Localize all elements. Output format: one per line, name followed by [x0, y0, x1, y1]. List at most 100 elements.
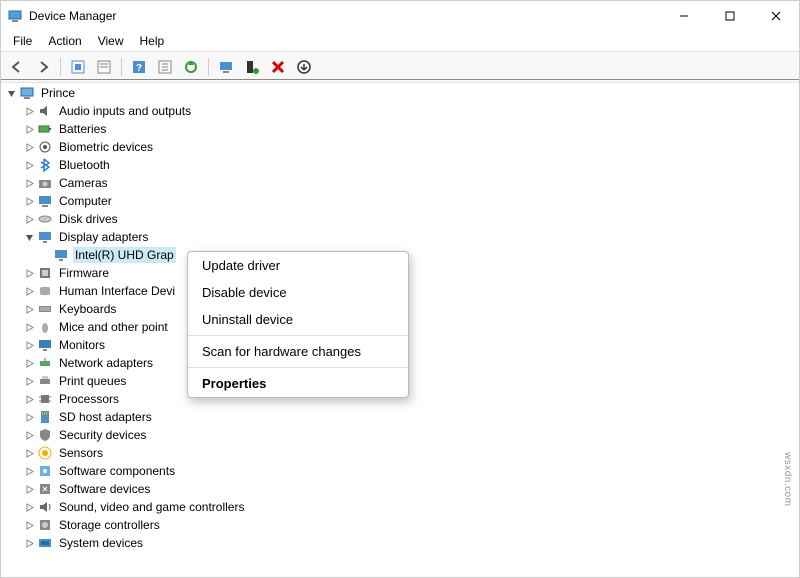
context-menu-item[interactable]: Update driver — [188, 252, 408, 279]
tree-category-label: Audio inputs and outputs — [57, 103, 193, 119]
properties-button[interactable] — [92, 55, 116, 79]
sound-icon — [37, 499, 53, 515]
expand-toggle[interactable] — [23, 537, 35, 549]
context-menu-item[interactable]: Uninstall device — [188, 306, 408, 333]
close-button[interactable] — [753, 1, 799, 31]
expand-toggle[interactable] — [23, 501, 35, 513]
expand-toggle[interactable] — [5, 87, 17, 99]
context-menu-item[interactable]: Properties — [188, 370, 408, 397]
tree-category[interactable]: Cameras — [5, 174, 799, 192]
expand-toggle[interactable] — [23, 429, 35, 441]
cpu-icon — [37, 391, 53, 407]
tree-category-label: Storage controllers — [57, 517, 162, 533]
back-button[interactable] — [5, 55, 29, 79]
expand-toggle[interactable] — [23, 195, 35, 207]
options-button[interactable] — [292, 55, 316, 79]
expand-toggle[interactable] — [23, 285, 35, 297]
expand-toggle[interactable] — [23, 159, 35, 171]
tree-root[interactable]: Prince — [5, 84, 799, 102]
expand-toggle[interactable] — [23, 465, 35, 477]
bluetooth-icon — [37, 157, 53, 173]
expand-toggle[interactable] — [23, 483, 35, 495]
tree-category-label: Network adapters — [57, 355, 155, 371]
tree-category[interactable]: Disk drives — [5, 210, 799, 228]
monitor-icon — [37, 337, 53, 353]
expand-toggle[interactable] — [23, 267, 35, 279]
tree-category[interactable]: Audio inputs and outputs — [5, 102, 799, 120]
menu-action[interactable]: Action — [40, 32, 89, 50]
tree-category[interactable]: System devices — [5, 534, 799, 552]
hid-icon — [37, 283, 53, 299]
forward-button[interactable] — [31, 55, 55, 79]
expand-toggle[interactable] — [23, 123, 35, 135]
tree-category-label: Monitors — [57, 337, 107, 353]
tree-category[interactable]: Storage controllers — [5, 516, 799, 534]
tree-category-label: Print queues — [57, 373, 128, 389]
expand-toggle[interactable] — [23, 141, 35, 153]
tree-category-label: System devices — [57, 535, 145, 551]
menu-help[interactable]: Help — [132, 32, 173, 50]
window-controls — [661, 1, 799, 31]
menu-view[interactable]: View — [90, 32, 132, 50]
disk-icon — [37, 211, 53, 227]
maximize-button[interactable] — [707, 1, 753, 31]
tree-category-label: Sensors — [57, 445, 105, 461]
window-title: Device Manager — [29, 9, 661, 23]
expand-toggle[interactable] — [23, 231, 35, 243]
tree-category[interactable]: Sound, video and game controllers — [5, 498, 799, 516]
tree-category[interactable]: Sensors — [5, 444, 799, 462]
scan-hardware-button[interactable] — [240, 55, 264, 79]
expand-toggle[interactable] — [23, 393, 35, 405]
tree-category-label: Biometric devices — [57, 139, 155, 155]
uninstall-button[interactable] — [266, 55, 290, 79]
tree-category[interactable]: Display adapters — [5, 228, 799, 246]
tree-category[interactable]: Software components — [5, 462, 799, 480]
expand-toggle[interactable] — [23, 105, 35, 117]
expand-toggle[interactable] — [23, 357, 35, 369]
expand-toggle[interactable] — [23, 303, 35, 315]
help-button[interactable]: ? — [127, 55, 151, 79]
expand-toggle[interactable] — [23, 375, 35, 387]
tree-category-label: Software components — [57, 463, 177, 479]
context-menu-separator — [188, 335, 408, 336]
storage-icon — [37, 517, 53, 533]
tree-category-label: Processors — [57, 391, 121, 407]
sensor-icon — [37, 445, 53, 461]
tree-category[interactable]: SD host adapters — [5, 408, 799, 426]
expand-toggle[interactable] — [23, 447, 35, 459]
system-icon — [37, 535, 53, 551]
expand-toggle[interactable] — [23, 411, 35, 423]
expand-toggle[interactable] — [23, 213, 35, 225]
watermark: wsxdn.com — [782, 452, 793, 507]
softdev-icon — [37, 481, 53, 497]
minimize-button[interactable] — [661, 1, 707, 31]
network-icon — [37, 355, 53, 371]
tree-category[interactable]: Software devices — [5, 480, 799, 498]
biometric-icon — [37, 139, 53, 155]
keyboard-icon — [37, 301, 53, 317]
tree-category[interactable]: Computer — [5, 192, 799, 210]
menu-file[interactable]: File — [5, 32, 40, 50]
context-menu-item[interactable]: Scan for hardware changes — [188, 338, 408, 365]
expand-toggle[interactable] — [23, 177, 35, 189]
toolbar-separator — [208, 58, 209, 76]
tree-category[interactable]: Security devices — [5, 426, 799, 444]
tree-category[interactable]: Biometric devices — [5, 138, 799, 156]
show-hidden-button[interactable] — [66, 55, 90, 79]
expand-toggle[interactable] — [23, 339, 35, 351]
update-driver-button[interactable] — [179, 55, 203, 79]
battery-icon — [37, 121, 53, 137]
tree-category[interactable]: Batteries — [5, 120, 799, 138]
tree-category[interactable]: Bluetooth — [5, 156, 799, 174]
tree-root-label: Prince — [39, 85, 77, 101]
title-bar: Device Manager — [1, 1, 799, 31]
mouse-icon — [37, 319, 53, 335]
details-button[interactable] — [153, 55, 177, 79]
tree-category-label: Sound, video and game controllers — [57, 499, 246, 515]
enable-device-button[interactable] — [214, 55, 238, 79]
expand-toggle[interactable] — [23, 519, 35, 531]
expand-toggle[interactable] — [23, 321, 35, 333]
context-menu-separator — [188, 367, 408, 368]
firmware-icon — [37, 265, 53, 281]
context-menu-item[interactable]: Disable device — [188, 279, 408, 306]
